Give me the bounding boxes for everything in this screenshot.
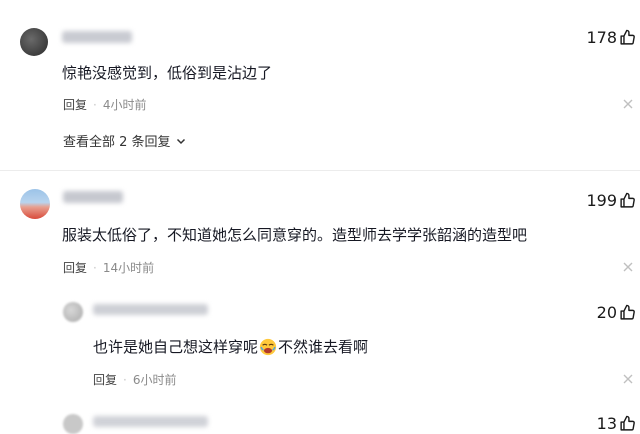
reply-text: 也许是她自己想这样穿呢 不然谁去看啊 — [93, 336, 368, 357]
thumb-up-icon — [620, 29, 635, 45]
divider — [0, 170, 640, 171]
avatar[interactable] — [63, 302, 83, 322]
reply-text-part: 不然谁去看啊 — [278, 338, 369, 356]
like-button[interactable]: 20 — [597, 303, 636, 322]
username-blurred[interactable] — [93, 416, 208, 427]
comment-text: 惊艳没感觉到，低俗到是沾边了 — [62, 64, 273, 82]
username-blurred[interactable] — [62, 31, 132, 43]
like-button[interactable]: 199 — [586, 191, 636, 210]
timestamp: 4小时前 — [102, 98, 147, 112]
emoji-face-icon — [259, 338, 277, 355]
view-all-label: 查看全部 2 条回复 — [63, 135, 171, 150]
thumb-up-icon — [620, 415, 635, 431]
separator-dot: · — [123, 373, 127, 387]
reply-meta: 回复 · 6小时前 — [93, 371, 176, 388]
reply-text-part: 也许是她自己想这样穿呢 — [93, 338, 259, 356]
separator-dot: · — [93, 261, 97, 275]
close-icon[interactable] — [622, 98, 634, 110]
username-blurred[interactable] — [63, 191, 123, 203]
like-count: 199 — [586, 191, 617, 210]
like-button[interactable]: 178 — [586, 28, 636, 47]
reply-button[interactable]: 回复 — [63, 98, 87, 112]
like-count: 13 — [596, 414, 617, 433]
close-icon[interactable] — [622, 261, 634, 273]
view-all-replies[interactable]: 查看全部 2 条回复 — [63, 131, 187, 150]
separator-dot: · — [93, 98, 97, 112]
chevron-down-icon — [176, 138, 185, 144]
thumb-up-icon — [620, 304, 635, 320]
close-icon[interactable] — [622, 373, 634, 385]
like-button[interactable]: 13 — [597, 414, 636, 433]
reply-button[interactable]: 回复 — [63, 261, 87, 275]
timestamp: 6小时前 — [132, 373, 177, 387]
comment-text: 服装太低俗了，不知道她怎么同意穿的。造型师去学学张韶涵的造型吧 — [62, 226, 528, 244]
comment-meta: 回复 · 14小时前 — [63, 259, 154, 276]
reply-button[interactable]: 回复 — [93, 373, 117, 387]
like-count: 178 — [586, 28, 617, 47]
comment-meta: 回复 · 4小时前 — [63, 96, 146, 113]
username-blurred[interactable] — [93, 304, 208, 315]
timestamp: 14小时前 — [102, 261, 155, 275]
like-count: 20 — [596, 303, 617, 322]
thumb-up-icon — [620, 192, 635, 208]
avatar[interactable] — [20, 189, 50, 219]
avatar[interactable] — [20, 28, 48, 56]
avatar[interactable] — [63, 414, 83, 434]
